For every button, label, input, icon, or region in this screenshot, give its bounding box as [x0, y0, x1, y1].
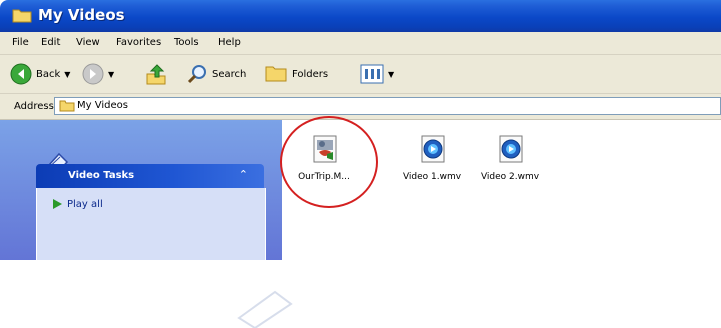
back-label: Back [36, 68, 61, 80]
address-value: My Videos [77, 100, 128, 111]
folder-icon [59, 100, 75, 112]
menu-bar: File Edit View Favorites Tools Help [0, 32, 721, 55]
chevron-down-icon[interactable]: ▼ [388, 70, 394, 79]
address-bar: Address My Videos [0, 94, 721, 120]
wmv-video-icon [499, 135, 523, 163]
film-watermark-icon [237, 290, 293, 328]
back-arrow-icon [10, 63, 32, 85]
up-folder-icon [146, 64, 166, 85]
folders-button[interactable]: Folders [264, 61, 328, 87]
views-icon [360, 64, 384, 84]
file-name: Video 1.wmv [402, 172, 462, 182]
video-tasks-title: Video Tasks [68, 170, 135, 181]
play-all-link[interactable]: Play all [67, 199, 103, 210]
search-button[interactable]: Search [186, 61, 246, 87]
views-button[interactable]: ▼ [360, 61, 394, 87]
folders-icon [265, 66, 287, 82]
menu-file[interactable]: File [12, 37, 29, 48]
window-title: My Videos [38, 6, 125, 24]
file-item[interactable]: Video 1.wmv [392, 132, 472, 182]
collapse-icon[interactable]: ⌃ [239, 168, 248, 181]
menu-tools[interactable]: Tools [174, 37, 199, 48]
back-button[interactable]: Back ▼ [10, 61, 70, 87]
folders-label: Folders [292, 68, 329, 80]
toolbar: Back ▼ ▼ Search Folders ▼ [0, 55, 721, 94]
forward-arrow-icon [82, 63, 104, 85]
chevron-down-icon[interactable]: ▼ [108, 70, 114, 79]
menu-favorites[interactable]: Favorites [116, 37, 161, 48]
chevron-down-icon[interactable]: ▼ [64, 70, 70, 79]
menu-view[interactable]: View [76, 37, 100, 48]
video-tasks-body: Play all [36, 188, 293, 328]
tasks-pane: Video Tasks ⌃ Play all [0, 120, 293, 328]
file-name: Video 2.wmv [480, 172, 540, 182]
forward-button[interactable]: ▼ [82, 61, 114, 87]
video-tasks-header[interactable]: Video Tasks ⌃ [36, 164, 264, 188]
menu-help[interactable]: Help [218, 37, 241, 48]
up-folder-button[interactable] [144, 61, 168, 87]
file-item[interactable]: Video 2.wmv [470, 132, 550, 182]
play-icon [53, 199, 62, 209]
address-label: Address [14, 101, 54, 112]
folder-icon [12, 9, 32, 23]
highlight-circle [280, 116, 378, 208]
search-label: Search [212, 68, 247, 80]
menu-edit[interactable]: Edit [41, 37, 60, 48]
address-field[interactable]: My Videos [54, 97, 721, 115]
search-icon [187, 65, 206, 84]
wmv-video-icon [421, 135, 445, 163]
file-view: OurTrip.M... Video 1.wmv Video 2.wmv [280, 116, 721, 260]
title-bar: My Videos [0, 0, 721, 32]
